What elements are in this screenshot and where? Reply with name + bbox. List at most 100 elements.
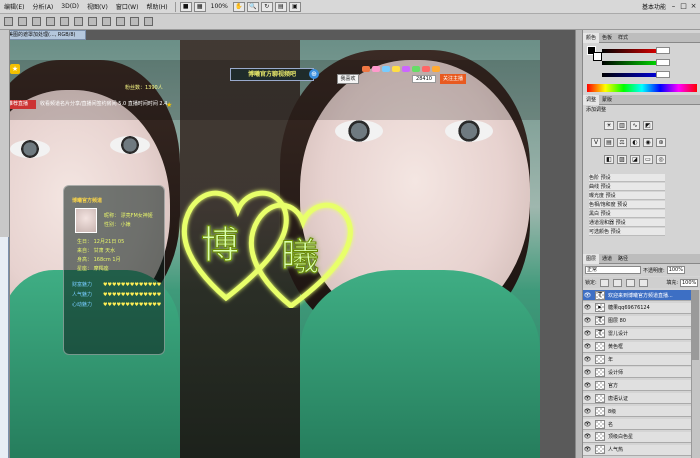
vibrance-icon[interactable]: V — [591, 138, 601, 147]
layer-row[interactable]: 👁 8级 — [583, 406, 691, 418]
curves-icon[interactable]: ∿ — [630, 121, 640, 130]
exposure-icon[interactable]: ◩ — [643, 121, 653, 130]
tab-layers[interactable]: 图层 — [583, 253, 600, 264]
visibility-eye-icon[interactable]: 👁 — [583, 368, 592, 377]
tab-masks[interactable]: 蒙版 — [599, 96, 615, 103]
tab-swatches[interactable]: 色板 — [599, 34, 615, 41]
align-left-icon[interactable] — [88, 17, 97, 26]
gift-icon[interactable] — [422, 66, 430, 72]
preset-item[interactable]: 色阶 预设 — [589, 174, 665, 182]
minimize-button[interactable]: – — [669, 2, 678, 11]
opacity-input[interactable]: 100% — [666, 266, 685, 274]
color-balance-icon[interactable]: ⚖ — [617, 138, 627, 147]
layer-row[interactable]: 👁 顶级白色星 — [583, 431, 691, 443]
layer-row[interactable]: 👁 唐语认证 — [583, 393, 691, 405]
align-middle-icon[interactable] — [60, 17, 69, 26]
black-white-icon[interactable]: ◐ — [630, 138, 640, 147]
lock-all-icon[interactable] — [638, 278, 648, 287]
layers-scroll-thumb[interactable] — [692, 290, 699, 360]
visibility-eye-icon[interactable]: 👁 — [583, 316, 592, 325]
gift-icon[interactable] — [412, 66, 420, 72]
hand-tool-icon[interactable]: ✋ — [232, 1, 245, 12]
layer-row[interactable]: 👁 官方 — [583, 380, 691, 392]
tool-preset-icon[interactable] — [4, 17, 13, 26]
zoom-tool-icon[interactable]: 🔍 — [246, 1, 259, 12]
align-top-icon[interactable] — [46, 17, 55, 26]
tab-adjustments[interactable]: 调整 — [583, 94, 600, 105]
lock-transparent-icon[interactable] — [599, 278, 609, 287]
red-value[interactable] — [656, 47, 670, 54]
channel-mixer-icon[interactable]: ⊛ — [656, 138, 666, 147]
layer-row[interactable]: 👁 ▸ 糖果qq69676124 — [583, 302, 691, 314]
layer-row[interactable]: 👁 T 欢迎来到博曦官方频道直播... — [583, 290, 691, 301]
photo-filter-icon[interactable]: ◉ — [643, 138, 653, 147]
tab-paths[interactable]: 路径 — [615, 255, 631, 262]
like-button[interactable]: 我喜欢 — [337, 74, 359, 84]
preset-item[interactable]: 黑白 预设 — [589, 210, 665, 218]
screen-mode-icon[interactable]: ▣ — [288, 1, 301, 12]
background-color-swatch[interactable] — [593, 52, 602, 61]
align-bottom-icon[interactable] — [74, 17, 83, 26]
visibility-eye-icon[interactable]: 👁 — [583, 381, 592, 390]
visibility-eye-icon[interactable]: 👁 — [583, 407, 592, 416]
menu-analysis[interactable]: 分析(A) — [28, 2, 57, 11]
preset-item[interactable]: 曝光度 预设 — [589, 192, 665, 200]
zoom-level[interactable]: 100% — [207, 3, 232, 10]
lock-position-icon[interactable] — [625, 278, 635, 287]
visibility-eye-icon[interactable]: 👁 — [583, 291, 592, 300]
gift-icon[interactable] — [432, 66, 440, 72]
menu-help[interactable]: 帮助(H) — [142, 2, 171, 11]
distribute-horizontal-icon[interactable] — [144, 17, 153, 26]
arrange-docs-icon[interactable]: ▤ — [274, 1, 287, 12]
visibility-eye-icon[interactable]: 👁 — [583, 342, 592, 351]
layer-row[interactable]: 👁 设计师 — [583, 367, 691, 379]
layer-row[interactable]: 👁 T 雷儿设计 — [583, 328, 691, 340]
visibility-eye-icon[interactable]: 👁 — [583, 420, 592, 429]
posterize-icon[interactable]: ▨ — [617, 155, 627, 164]
brightness-icon[interactable]: ☀ — [604, 121, 614, 130]
gift-icon[interactable] — [372, 66, 380, 72]
layer-row[interactable]: 👁 T 图层 80 — [583, 315, 691, 327]
gradient-map-icon[interactable]: ▭ — [643, 155, 653, 164]
tab-styles[interactable]: 样式 — [615, 34, 631, 41]
room-id-field[interactable]: 28410 — [412, 75, 436, 83]
preset-item[interactable]: 可选颜色 预设 — [589, 228, 665, 236]
visibility-eye-icon[interactable]: 👁 — [583, 394, 592, 403]
threshold-icon[interactable]: ◪ — [630, 155, 640, 164]
green-value[interactable] — [656, 59, 670, 66]
invert-icon[interactable]: ◧ — [604, 155, 614, 164]
search-icon[interactable]: ⊕ — [309, 69, 319, 79]
workspace-switcher[interactable]: 基本功能 — [642, 2, 666, 11]
grid-icon[interactable]: ▦ — [193, 1, 206, 12]
gift-icon[interactable] — [402, 66, 410, 72]
blue-value[interactable] — [656, 71, 670, 78]
document-tab[interactable]: 唯美图的遮罩加处理(..., RGB/8) — [0, 30, 86, 40]
blend-mode-select[interactable]: 正常 — [585, 266, 641, 274]
visibility-eye-icon[interactable]: 👁 — [583, 445, 592, 454]
menu-edit[interactable]: 编辑(E) — [0, 2, 28, 11]
layer-row[interactable]: 👁 年 — [583, 354, 691, 366]
lock-pixels-icon[interactable] — [612, 278, 622, 287]
layer-row[interactable]: 👁 人气热 — [583, 444, 691, 456]
visibility-eye-icon[interactable]: 👁 — [583, 303, 592, 312]
distribute-icon[interactable] — [130, 17, 139, 26]
fill-input[interactable]: 100% — [680, 278, 698, 287]
tab-color[interactable]: 颜色 — [583, 32, 600, 43]
levels-icon[interactable]: ▥ — [617, 121, 627, 130]
hue-sat-icon[interactable]: ▤ — [604, 138, 614, 147]
menu-view[interactable]: 视图(V) — [83, 2, 112, 11]
maximize-button[interactable]: □ — [679, 2, 688, 11]
close-button[interactable]: × — [689, 2, 698, 11]
color-spectrum-bar[interactable] — [587, 84, 697, 92]
rotate-view-icon[interactable]: ↻ — [260, 1, 273, 12]
gift-icon[interactable] — [362, 66, 370, 72]
align-right-icon[interactable] — [116, 17, 125, 26]
menu-3d[interactable]: 3D(D) — [57, 3, 83, 10]
visibility-eye-icon[interactable]: 👁 — [583, 432, 592, 441]
tab-channels[interactable]: 通道 — [599, 255, 615, 262]
panel-dock-strip[interactable] — [575, 30, 582, 458]
preset-item[interactable]: 曲线 预设 — [589, 183, 665, 191]
layer-row[interactable]: 👁 名 — [583, 419, 691, 430]
preset-item[interactable]: 通道混和器 预设 — [589, 219, 665, 227]
selective-color-icon[interactable]: ◎ — [656, 155, 666, 164]
